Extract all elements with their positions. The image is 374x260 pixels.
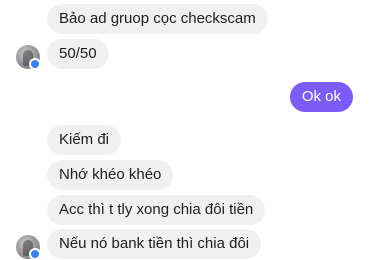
message-bubble[interactable]: Kiếm đi (47, 125, 122, 155)
message-bubble[interactable]: Acc thì t tly xong chia đôi tiền (47, 195, 266, 225)
contact-avatar[interactable] (16, 235, 41, 260)
chat-thread: Bảo ad gruop cọc checkscam 50/50 Ok ok K… (0, 0, 374, 260)
message-bubble[interactable]: Bảo ad gruop cọc checkscam (47, 4, 268, 34)
message-bubble-outgoing[interactable]: Ok ok (289, 82, 353, 112)
message-bubble[interactable]: Nhớ khéo khéo (47, 160, 174, 190)
message-bubble[interactable]: Nếu nó bank tiền thì chia đôi (47, 229, 262, 259)
message-bubble[interactable]: 50/50 (47, 39, 109, 69)
online-status-icon (29, 58, 41, 70)
contact-avatar[interactable] (16, 45, 41, 70)
online-status-icon (29, 248, 41, 260)
